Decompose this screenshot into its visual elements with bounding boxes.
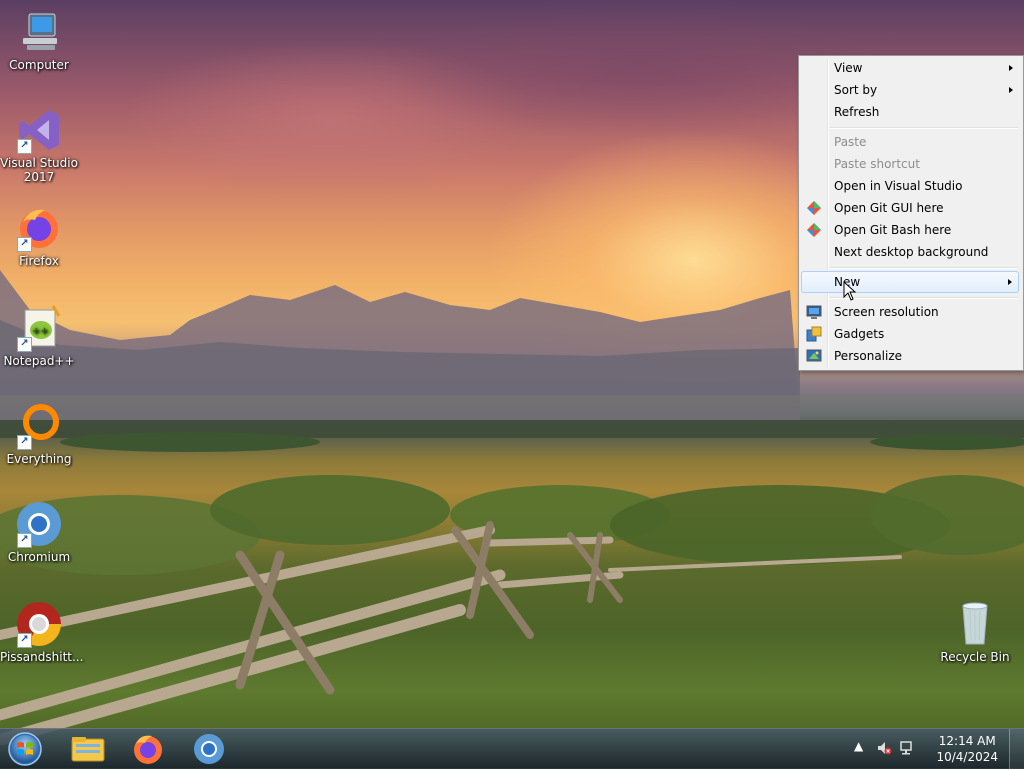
desktop-icon-label: Computer [9, 58, 69, 72]
menu-item-sort-by[interactable]: Sort by [801, 79, 1019, 101]
network-icon[interactable] [898, 740, 914, 756]
shortcut-arrow-icon: ↗ [17, 237, 32, 252]
windows-explorer-icon [71, 737, 105, 762]
menu-separator [830, 127, 1018, 129]
menu-item-open-in-visual-studio[interactable]: Open in Visual Studio [801, 175, 1019, 197]
wallpaper-fence [0, 521, 902, 745]
submenu-arrow-icon [1009, 87, 1013, 93]
git-icon [806, 222, 822, 238]
desktop-icon-label: Chromium [7, 550, 71, 564]
desktop-icon-notepad-plus-plus[interactable]: ++ ↗ Notepad++ [0, 304, 78, 368]
desktop-icon-label: Notepad++ [3, 354, 75, 368]
menu-item-gadgets[interactable]: Gadgets [801, 323, 1019, 345]
menu-item-view[interactable]: View [801, 57, 1019, 79]
desktop-icon-chromium[interactable]: ↗ Chromium [0, 500, 78, 564]
submenu-arrow-icon [1008, 279, 1012, 285]
desktop-context-menu: View Sort by Refresh Paste Paste shortcu… [798, 55, 1024, 371]
windows-orb-icon [8, 732, 42, 766]
recycle-bin-icon [951, 600, 999, 648]
chrome-variant-icon: ↗ [15, 600, 63, 648]
system-tray: ▲ 12:14 AM 10/4/2024 [854, 729, 1024, 769]
taskbar-firefox[interactable] [120, 731, 176, 767]
menu-item-refresh[interactable]: Refresh [801, 101, 1019, 123]
menu-item-screen-resolution[interactable]: Screen resolution [801, 301, 1019, 323]
clock-time: 12:14 AM [938, 734, 996, 748]
desktop-icon-visual-studio[interactable]: ↗ Visual Studio 2017 [0, 106, 78, 184]
desktop-icon-recycle-bin[interactable]: Recycle Bin [936, 600, 1014, 664]
shortcut-arrow-icon: ↗ [17, 337, 32, 352]
menu-item-paste-shortcut: Paste shortcut [834, 157, 920, 171]
desktop-icon-label: Everything [6, 452, 72, 466]
svg-text:++: ++ [32, 326, 49, 337]
desktop-icon-pissandshitt[interactable]: ↗ Pissandshitt... [0, 600, 84, 664]
show-hidden-icons-icon[interactable]: ▲ [854, 739, 870, 755]
wallpaper-treeline [0, 420, 1024, 452]
shortcut-arrow-icon: ↗ [17, 435, 32, 450]
menu-item-personalize[interactable]: Personalize [801, 345, 1019, 367]
git-icon [806, 200, 822, 216]
chromium-icon: ↗ [15, 500, 63, 548]
chromium-icon [194, 734, 224, 764]
menu-item-paste: Paste [834, 135, 867, 149]
desktop-icon-computer[interactable]: Computer [0, 8, 78, 72]
menu-item-open-git-gui[interactable]: Open Git GUI here [801, 197, 1019, 219]
taskbar-chromium[interactable] [181, 731, 237, 767]
desktop-icon-label: Visual Studio [0, 156, 78, 170]
menu-item-new[interactable]: New [801, 271, 1019, 293]
firefox-icon [134, 735, 162, 764]
start-button[interactable] [5, 731, 45, 767]
desktop-icon-label: 2017 [23, 170, 55, 184]
volume-muted-icon[interactable] [876, 740, 892, 756]
firefox-icon: ↗ [15, 204, 63, 252]
submenu-arrow-icon [1009, 65, 1013, 71]
desktop-icon-label: Firefox [19, 254, 59, 268]
taskbar: ▲ 12:14 AM 10/4/2024 [0, 728, 1024, 769]
desktop-icon-label: Recycle Bin [940, 650, 1010, 664]
taskbar-clock[interactable]: 12:14 AM 10/4/2024 [936, 733, 998, 765]
visual-studio-icon: ↗ [15, 106, 63, 154]
personalize-icon [806, 348, 822, 364]
desktop-icon-label: Pissandshitt... [0, 650, 84, 664]
desktop-icon-everything[interactable]: ↗ Everything [0, 402, 78, 466]
menu-separator [830, 297, 1018, 299]
everything-search-icon: ↗ [15, 402, 63, 450]
gadgets-icon [806, 326, 822, 342]
screen-resolution-icon [806, 304, 822, 320]
taskbar-windows-explorer[interactable] [60, 731, 116, 767]
menu-separator [830, 267, 1018, 269]
notepad-plus-plus-icon: ++ ↗ [15, 304, 63, 352]
desktop-icon-firefox[interactable]: ↗ Firefox [0, 204, 78, 268]
clock-date: 10/4/2024 [936, 750, 998, 764]
shortcut-arrow-icon: ↗ [17, 533, 32, 548]
mouse-cursor-icon [843, 281, 857, 301]
computer-icon [15, 8, 63, 56]
shortcut-arrow-icon: ↗ [17, 633, 32, 648]
show-desktop-button[interactable] [1009, 729, 1024, 769]
menu-item-open-git-bash[interactable]: Open Git Bash here [801, 219, 1019, 241]
menu-item-next-desktop-background[interactable]: Next desktop background [801, 241, 1019, 263]
shortcut-arrow-icon: ↗ [17, 139, 32, 154]
